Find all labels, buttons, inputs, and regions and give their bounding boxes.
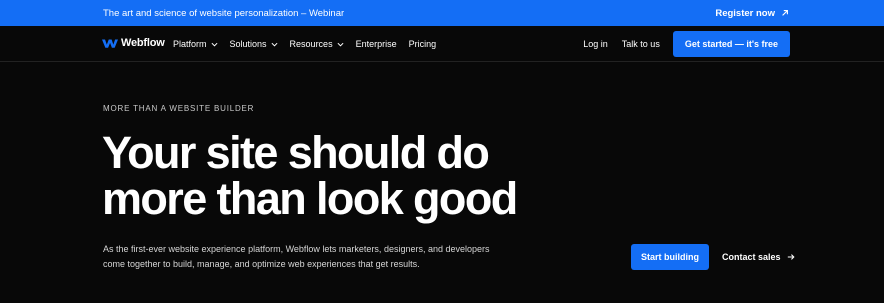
hero-subtext: As the first-ever website experience pla… [103, 244, 490, 269]
hero-headline: Your site should do more than look good [102, 130, 602, 222]
nav-item-resources[interactable]: Resources [290, 39, 344, 49]
contact-sales-label: Contact sales [722, 252, 781, 262]
nav-item-label: Platform [173, 39, 207, 49]
chevron-down-icon [271, 42, 278, 47]
nav-item-enterprise[interactable]: Enterprise [356, 39, 397, 49]
contact-sales-button[interactable]: Contact sales [722, 244, 795, 270]
nav-item-pricing[interactable]: Pricing [409, 39, 437, 49]
chevron-down-icon [211, 42, 218, 47]
talk-to-us-link[interactable]: Talk to us [622, 39, 660, 49]
get-started-button[interactable]: Get started — it's free [672, 31, 790, 57]
nav-item-label: Enterprise [355, 39, 397, 49]
main-nav: Webflow Platform Solutions Resources Ent… [0, 26, 884, 62]
webflow-logo-icon [102, 39, 118, 48]
nav-links: Platform Solutions Resources Enterprise … [173, 26, 448, 62]
nav-item-label: Pricing [408, 39, 437, 49]
nav-actions: Log in Talk to us Get started — it's fre… [583, 26, 790, 62]
register-now-link[interactable]: Register now [715, 8, 789, 19]
nav-item-platform[interactable]: Platform [173, 39, 218, 49]
headline-line-2: more than look good [102, 173, 518, 224]
headline-line-1: Your site should do [102, 127, 490, 178]
banner-text: The art and science of website personali… [103, 7, 345, 19]
login-link[interactable]: Log in [583, 39, 608, 49]
announcement-banner: The art and science of website personali… [0, 0, 884, 26]
arrow-right-icon [787, 254, 795, 260]
hero-eyebrow: MORE THAN A WEBSITE BUILDER [103, 104, 255, 113]
webflow-logo[interactable]: Webflow [102, 37, 165, 49]
brand-name: Webflow [121, 37, 165, 49]
register-now-label: Register now [715, 7, 775, 19]
start-building-button[interactable]: Start building [631, 244, 709, 270]
arrow-up-right-icon [782, 10, 788, 16]
chevron-down-icon [337, 42, 344, 47]
nav-item-label: Resources [289, 39, 333, 49]
nav-item-label: Solutions [229, 39, 267, 49]
nav-item-solutions[interactable]: Solutions [230, 39, 278, 49]
